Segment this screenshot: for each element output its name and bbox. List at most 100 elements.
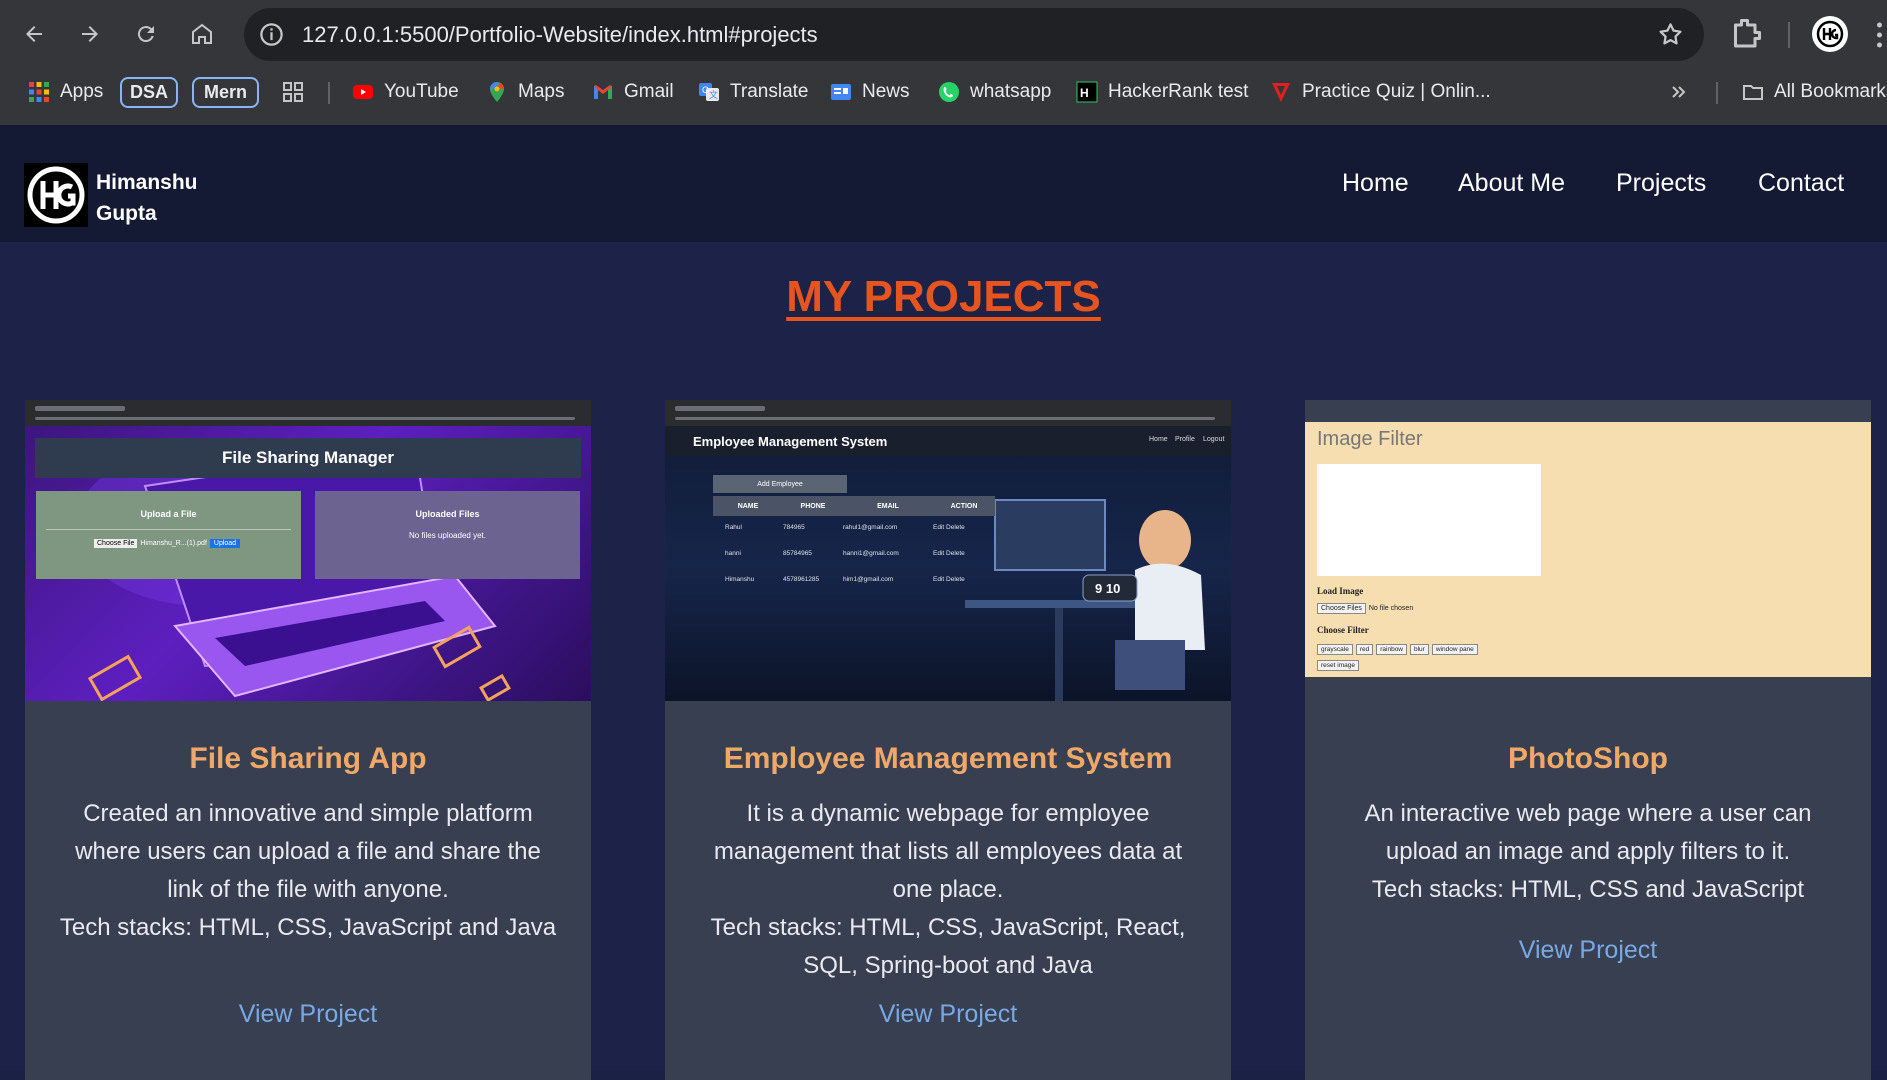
bookmark-news[interactable]: News (830, 74, 910, 110)
hackerrank-icon: H (1076, 81, 1098, 103)
thumb-table-header: NAME PHONE EMAIL ACTION (713, 496, 995, 516)
bookmark-folder-mern[interactable]: Mern (192, 77, 259, 108)
thumb-table-row: hanni 85784965 hanni1@gmail.com Edit Del… (713, 550, 995, 576)
thumb-table-body: Rahul 784965 rahul1@gmail.com Edit Delet… (713, 524, 995, 602)
thumb-filter-buttons: grayscale red rainbow blur window pane (1317, 644, 1478, 655)
url-text[interactable]: 127.0.0.1:5500/Portfolio-Website/index.h… (302, 22, 818, 48)
thumb-file-input: Choose Files No file chosen (1317, 603, 1413, 614)
bookmark-translate[interactable]: G文 Translate (698, 74, 809, 110)
back-button[interactable] (14, 14, 54, 54)
nav-projects[interactable]: Projects (1616, 169, 1706, 198)
thumb-divider (46, 529, 291, 530)
quiz-icon (1272, 83, 1290, 102)
project-summary: An interactive web page where a user can… (1364, 800, 1812, 865)
project-description: Created an innovative and simple platfor… (59, 795, 557, 947)
view-project-link[interactable]: View Project (1305, 936, 1871, 965)
bookmark-label: Mern (203, 82, 247, 102)
project-summary: Created an innovative and simple platfor… (75, 800, 541, 903)
bookmark-maps[interactable]: Maps (486, 74, 564, 110)
thumb-filter-label: Choose Filter (1317, 625, 1369, 635)
bookmark-label: DSA (129, 82, 168, 102)
thumb-chrome-line (675, 406, 765, 411)
thumb-file-name: Himanshu_R...(1).pdf (140, 540, 207, 547)
projects-section: MY PROJECTS File Sharing Manager Upload … (0, 242, 1887, 1080)
whatsapp-icon (939, 82, 959, 102)
hg-logo-icon (27, 166, 85, 224)
browser-toolbar: 127.0.0.1:5500/Portfolio-Website/index.h… (0, 0, 1887, 68)
thumb-cell: 85784965 (783, 550, 812, 557)
project-description: It is a dynamic webpage for employee man… (699, 795, 1197, 985)
address-bar[interactable]: 127.0.0.1:5500/Portfolio-Website/index.h… (244, 8, 1704, 61)
project-tech-stack: Tech stacks: HTML, CSS, JavaScript and J… (59, 914, 557, 941)
toolbar-divider (1788, 22, 1790, 48)
thumb-nav-item: Profile (1175, 436, 1195, 443)
thumb-col-header: NAME (737, 502, 759, 510)
bookmark-practice-quiz[interactable]: Practice Quiz | Onlin... (1270, 74, 1491, 110)
nav-home[interactable]: Home (1342, 169, 1409, 198)
site-info-icon[interactable] (258, 21, 285, 48)
bookmarks-divider (328, 82, 330, 104)
thumb-table-row: Rahul 784965 rahul1@gmail.com Edit Delet… (713, 524, 995, 550)
thumb-browser-chrome (665, 400, 1231, 426)
thumb-cell: Himanshu (725, 576, 755, 583)
more-menu-icon[interactable] (1872, 20, 1887, 50)
view-project-link[interactable]: View Project (25, 1000, 591, 1029)
apps-grid-icon (29, 82, 49, 102)
bookmark-folder-dsa[interactable]: DSA (120, 77, 178, 108)
bookmark-gmail[interactable]: Gmail (592, 74, 674, 110)
bookmark-label: Translate (730, 81, 809, 102)
bookmark-apps[interactable]: Apps (28, 74, 103, 110)
thumb-cell: hanni (725, 550, 741, 557)
maps-pin-icon (490, 82, 504, 102)
reload-icon (137, 26, 154, 43)
project-thumbnail[interactable]: File Sharing Manager Upload a File Choos… (25, 400, 591, 701)
browser-chrome: 127.0.0.1:5500/Portfolio-Website/index.h… (0, 0, 1887, 125)
reload-button[interactable] (126, 14, 166, 54)
bookmark-star-icon[interactable] (1657, 21, 1684, 48)
site-brand-name: Himanshu Gupta (96, 167, 198, 229)
thumb-heading: Employee Management System (693, 434, 888, 449)
project-thumbnail[interactable]: Employee Management System Home Profile … (665, 400, 1231, 701)
site-header: Himanshu Gupta Home About Me Projects Co… (0, 125, 1887, 242)
nav-contact[interactable]: Contact (1758, 169, 1844, 198)
thumb-choose-files: Choose Files (1317, 603, 1366, 614)
bookmark-label: Gmail (624, 81, 674, 102)
project-card-file-sharing: File Sharing Manager Upload a File Choos… (25, 400, 591, 1080)
bookmark-tab-groups[interactable] (282, 74, 304, 110)
home-button[interactable] (182, 14, 222, 54)
thumb-filter-button: window pane (1431, 644, 1478, 655)
thumb-col-header: ACTION (950, 502, 978, 510)
bookmark-label: HackerRank test (1108, 81, 1249, 102)
site-logo[interactable] (24, 163, 88, 227)
translate-icon: G文 (699, 83, 719, 101)
thumb-cell: him1@gmail.com (843, 576, 894, 583)
project-thumbnail[interactable]: Image Filter Load Image Choose Files No … (1305, 400, 1871, 701)
home-icon (192, 23, 212, 44)
thumb-nav-item: Home (1149, 436, 1168, 443)
bookmark-youtube[interactable]: YouTube (352, 74, 459, 110)
youtube-icon (353, 85, 373, 99)
thumb-cell: Rahul (725, 524, 742, 531)
project-summary: It is a dynamic webpage for employee man… (713, 800, 1183, 903)
arrow-left-icon (26, 26, 42, 42)
thumb-uploaded-panel: Uploaded Files No files uploaded yet. (315, 491, 580, 579)
project-title: File Sharing App (189, 742, 427, 775)
profile-avatar[interactable] (1812, 16, 1848, 52)
bookmark-label: Maps (518, 81, 565, 102)
nav-about-me[interactable]: About Me (1458, 169, 1565, 198)
bookmark-hackerrank[interactable]: H HackerRank test (1076, 74, 1248, 110)
thumb-image-filter-page: Image Filter Load Image Choose Files No … (1305, 422, 1871, 677)
thumb-filter-button: rainbow (1376, 644, 1407, 655)
bookmark-whatsapp[interactable]: whatsapp (938, 74, 1051, 110)
view-project-link[interactable]: View Project (665, 1000, 1231, 1029)
thumb-chrome-line (35, 406, 125, 411)
bookmark-label: All Bookmarks (1774, 81, 1887, 102)
thumb-upload-panel: Upload a File Choose File Himanshu_R...(… (36, 491, 301, 579)
bookmarks-overflow-button[interactable] (1668, 74, 1690, 110)
thumb-reset-wrap: reset image (1317, 660, 1359, 671)
project-tech-stack: Tech stacks: HTML, CSS, JavaScript, Reac… (710, 914, 1186, 979)
extensions-icon[interactable] (1728, 16, 1764, 52)
all-bookmarks-button[interactable]: All Bookmarks (1742, 74, 1887, 110)
project-title: PhotoShop (1508, 742, 1668, 775)
forward-button[interactable] (70, 14, 110, 54)
